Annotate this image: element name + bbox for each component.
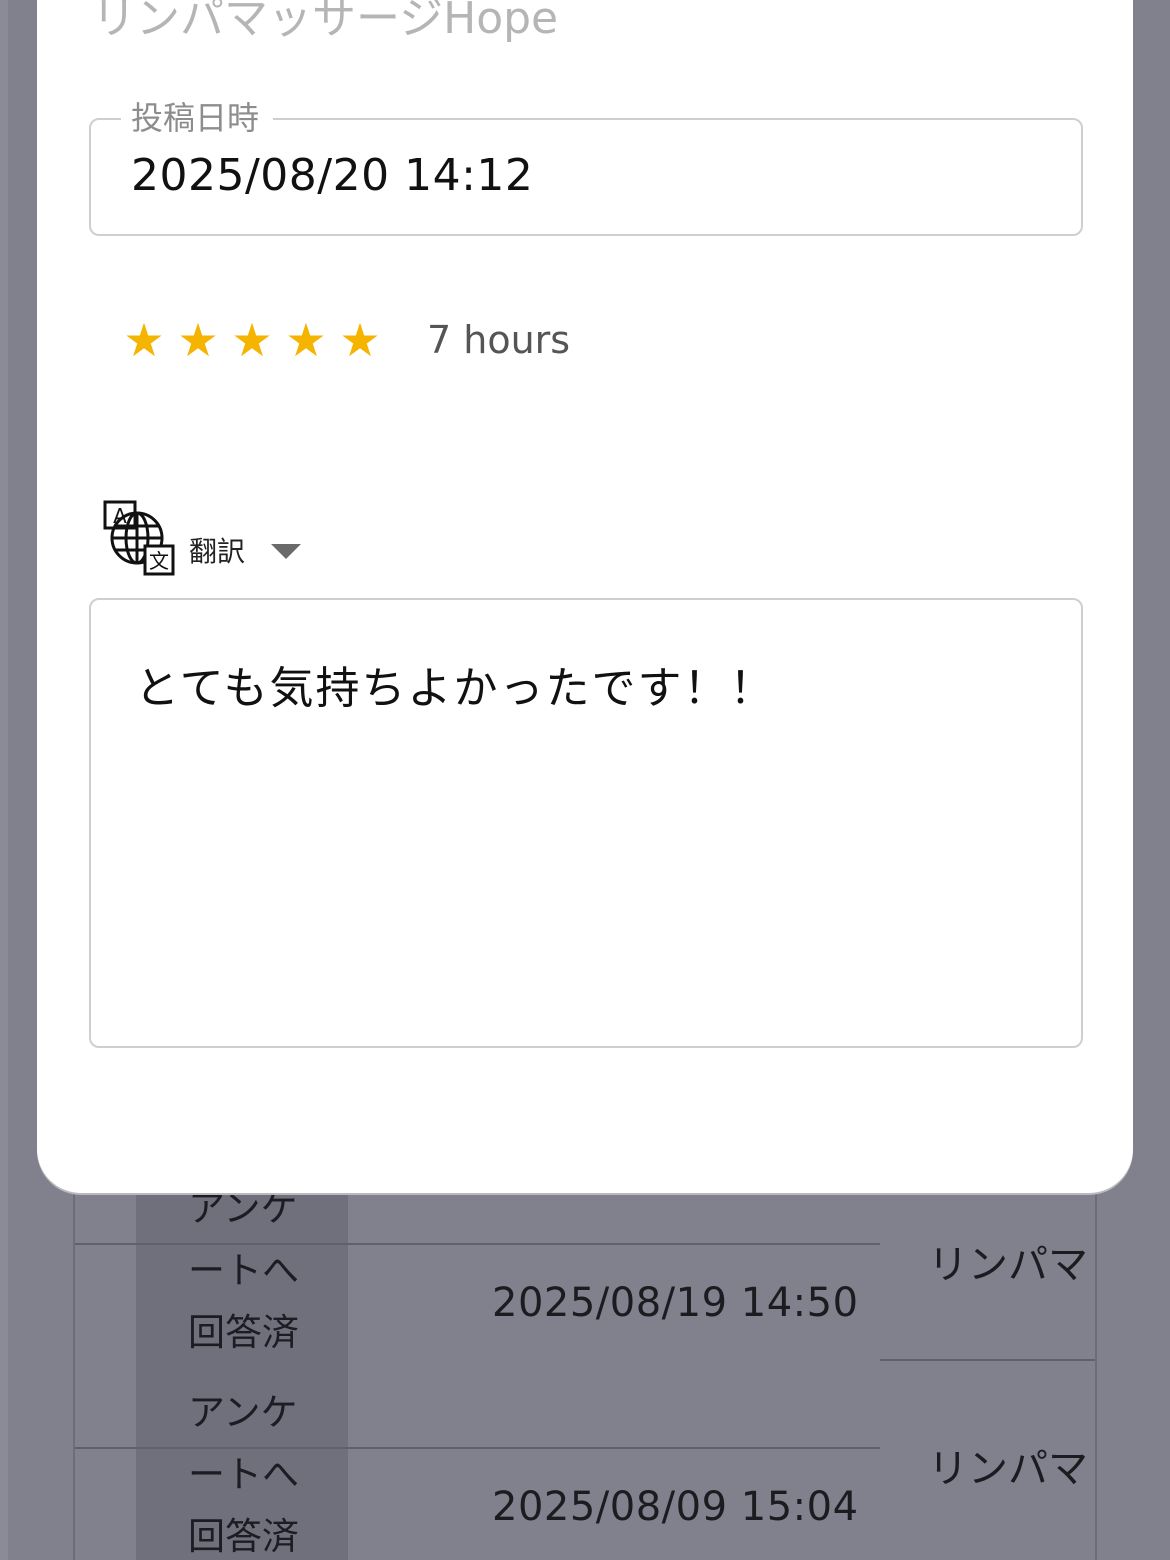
row-divider — [880, 1359, 1095, 1361]
star-icon: ★ — [231, 313, 273, 367]
table-border-right — [1095, 1190, 1097, 1560]
time-ago: 7 hours — [427, 318, 571, 362]
svg-text:文: 文 — [149, 549, 169, 573]
translate-label: 翻訳 — [189, 535, 246, 568]
star-icon: ★ — [177, 313, 219, 367]
frame-edge — [0, 0, 8, 1560]
row-date[interactable]: 2025/08/19 14:50 — [492, 1280, 859, 1326]
row-shop-name[interactable]: リンパマ — [928, 1232, 1088, 1290]
shop-name-title: リンパマッサージHope — [92, 0, 559, 44]
translate-icon: A 文 — [103, 500, 175, 576]
status-text: 回答済 — [188, 1515, 299, 1558]
star-rating: ★ ★ ★ ★ ★ — [117, 310, 387, 370]
status-text: 回答済 — [188, 1311, 299, 1354]
status-text: ートへ — [188, 1453, 299, 1496]
status-text: アンケ — [188, 1391, 298, 1434]
review-text-box: とても気持ちよかったです！！ — [89, 598, 1083, 1048]
star-icon: ★ — [123, 313, 165, 367]
star-icon: ★ — [339, 313, 381, 367]
table-border-left — [73, 1190, 75, 1560]
review-detail-modal: リンパマッサージHope 投稿日時 2025/08/20 14:12 ★ ★ ★ ★ ★… — [37, 0, 1133, 1193]
posted-date-field: 投稿日時 2025/08/20 14:12 — [89, 96, 1083, 236]
posted-date-value: 2025/08/20 14:12 — [131, 150, 534, 201]
posted-date-label: 投稿日時 — [121, 96, 274, 140]
star-icon: ★ — [285, 313, 327, 367]
row-date[interactable]: 2025/08/09 15:04 — [492, 1484, 859, 1530]
row-shop-name[interactable]: リンパマ — [928, 1436, 1088, 1494]
chevron-down-icon[interactable] — [271, 544, 301, 559]
status-text: ートへ — [188, 1249, 299, 1292]
review-text: とても気持ちよかったです！！ — [135, 663, 776, 714]
